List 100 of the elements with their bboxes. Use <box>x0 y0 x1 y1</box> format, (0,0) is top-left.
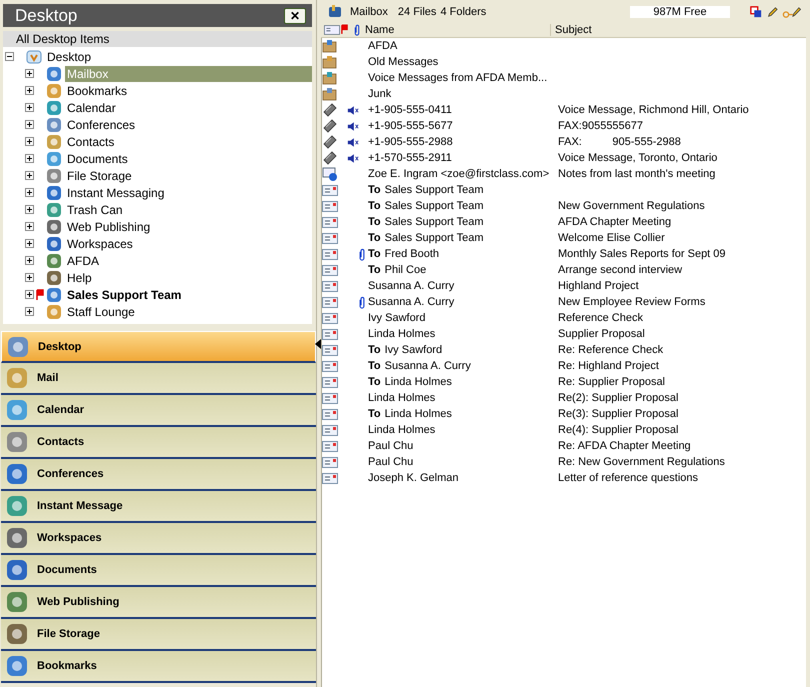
tree-item[interactable]: Bookmarks <box>65 82 312 98</box>
expand-icon[interactable] <box>25 120 34 129</box>
expand-icon[interactable] <box>25 154 34 163</box>
expand-icon[interactable] <box>25 273 34 282</box>
expand-icon[interactable] <box>25 188 34 197</box>
expand-icon[interactable] <box>25 256 34 265</box>
sender-name[interactable]: Linda Holmes <box>384 408 452 420</box>
message-subject[interactable]: Reference Check <box>558 312 643 324</box>
tree-item[interactable]: Help <box>65 270 312 286</box>
sender-name[interactable]: Linda Holmes <box>368 424 436 436</box>
expand-icon[interactable] <box>25 290 34 299</box>
sender-name[interactable]: Sales Support Team <box>384 200 484 212</box>
message-subject[interactable]: FAX: 905-555-2988 <box>558 136 681 148</box>
sender-name[interactable]: Linda Holmes <box>368 328 436 340</box>
expand-icon[interactable] <box>25 222 34 231</box>
sender-name[interactable]: Susanna A. Curry <box>368 296 454 308</box>
tree-item[interactable]: Staff Lounge <box>65 304 312 320</box>
nav-button[interactable]: Calendar <box>1 395 316 427</box>
message-subject[interactable]: Re: Reference Check <box>558 344 664 356</box>
tree-item[interactable]: Contacts <box>65 134 312 150</box>
windows-icon[interactable] <box>750 6 762 18</box>
tree-item[interactable]: AFDA <box>65 252 312 268</box>
sender-name[interactable]: Paul Chu <box>368 440 414 452</box>
expand-icon[interactable] <box>25 137 34 146</box>
column-heading[interactable]: Name <box>362 24 551 36</box>
nav-button[interactable]: Mail <box>1 363 316 395</box>
sender-name[interactable]: Fred Booth <box>384 248 440 260</box>
expand-icon[interactable] <box>25 239 34 248</box>
message-subject[interactable]: Notes from last month's meeting <box>558 168 716 180</box>
sender-name[interactable]: Sales Support Team <box>384 184 484 196</box>
nav-button[interactable]: Documents <box>1 555 316 587</box>
sender-name[interactable]: Joseph K. Gelman <box>368 472 458 484</box>
message-subject[interactable]: Supplier Proposal <box>558 328 645 340</box>
column-heading[interactable]: Subject <box>551 24 592 36</box>
sender-name[interactable]: Susanna A. Curry <box>368 280 454 292</box>
close-button[interactable]: ✕ <box>284 8 306 24</box>
tree-item[interactable]: Web Publishing <box>65 218 312 234</box>
message-subject[interactable]: Letter of reference questions <box>558 472 698 484</box>
message-subject[interactable]: Re(2): Supplier Proposal <box>558 392 678 404</box>
expand-icon[interactable] <box>25 307 34 316</box>
nav-button[interactable]: Contacts <box>1 427 316 459</box>
message-subject[interactable]: Re: Highland Project <box>558 360 659 372</box>
sender-name[interactable]: Paul Chu <box>368 456 414 468</box>
message-subject[interactable]: Monthly Sales Reports for Sept 09 <box>558 248 726 260</box>
tree-item[interactable]: Instant Messaging <box>65 184 312 200</box>
sender-name[interactable]: Linda Holmes <box>368 392 436 404</box>
message-subject[interactable]: Welcome Elise Collier <box>558 232 665 244</box>
sender-name[interactable]: Junk <box>368 88 392 100</box>
expand-icon[interactable] <box>25 171 34 180</box>
tree-item[interactable]: File Storage <box>65 168 312 184</box>
pencil-icon[interactable] <box>766 6 778 18</box>
sender-name[interactable]: Zoe E. Ingram <zoe@firstclass.com> <box>368 168 550 180</box>
nav-button[interactable]: Conferences <box>1 459 316 491</box>
flag-icon[interactable] <box>341 24 348 35</box>
tree-item[interactable]: Workspaces <box>65 236 312 252</box>
sender-name[interactable]: Old Messages <box>368 56 438 68</box>
nav-button[interactable]: Workspaces <box>1 523 316 555</box>
tree-item[interactable]: Desktop <box>45 48 94 64</box>
expand-icon[interactable] <box>25 86 34 95</box>
message-subject[interactable]: Voice Message, Toronto, Ontario <box>558 152 718 164</box>
nav-button[interactable]: Bookmarks <box>1 651 316 683</box>
sender-name[interactable]: Sales Support Team <box>384 216 484 228</box>
paperclip-icon[interactable] <box>354 24 360 36</box>
tree-item[interactable]: Conferences <box>65 116 312 132</box>
sender-name[interactable]: Phil Coe <box>384 264 426 276</box>
nav-button[interactable]: Desktop <box>1 331 316 363</box>
key-pencil-icon[interactable] <box>782 6 802 18</box>
sender-name[interactable]: Ivy Sawford <box>368 312 426 324</box>
sender-name[interactable]: +1-905-555-0411 <box>368 104 452 116</box>
message-subject[interactable]: Re: AFDA Chapter Meeting <box>558 440 691 452</box>
tree-item[interactable]: Calendar <box>65 100 312 116</box>
message-subject[interactable]: New Employee Review Forms <box>558 296 706 308</box>
expand-icon[interactable] <box>25 103 34 112</box>
sender-name[interactable]: Ivy Sawford <box>384 344 442 356</box>
sender-name[interactable]: Susanna A. Curry <box>384 360 471 372</box>
expand-icon[interactable] <box>25 205 34 214</box>
nav-button[interactable]: File Storage <box>1 619 316 651</box>
message-subject[interactable]: Highland Project <box>558 280 639 292</box>
collapse-icon[interactable] <box>5 52 14 61</box>
sender-name[interactable]: Sales Support Team <box>384 232 484 244</box>
message-subject[interactable]: New Government Regulations <box>558 200 705 212</box>
tree-item[interactable]: Trash Can <box>65 202 312 218</box>
message-subject[interactable]: Re: Supplier Proposal <box>558 376 666 388</box>
tree-item[interactable]: Sales Support Team <box>65 286 312 302</box>
sender-name[interactable]: Voice Messages from AFDA Memb... <box>368 72 548 84</box>
nav-button[interactable]: Web Publishing <box>1 587 316 619</box>
message-subject[interactable]: FAX:9055555677 <box>558 120 644 132</box>
message-subject[interactable]: Voice Message, Richmond Hill, Ontario <box>558 104 749 116</box>
expand-icon[interactable] <box>25 69 34 78</box>
message-subject[interactable]: Re(3): Supplier Proposal <box>558 408 678 420</box>
nav-button[interactable]: Instant Message <box>1 491 316 523</box>
sender-name[interactable]: +1-570-555-2911 <box>368 152 452 164</box>
sender-name[interactable]: +1-905-555-2988 <box>368 136 453 148</box>
sender-name[interactable]: +1-905-555-5677 <box>368 120 453 132</box>
message-subject[interactable]: Re(4): Supplier Proposal <box>558 424 678 436</box>
card-icon[interactable] <box>324 24 340 34</box>
sender-name[interactable]: Linda Holmes <box>384 376 452 388</box>
tree-item[interactable]: Documents <box>65 150 312 166</box>
message-subject[interactable]: Arrange second interview <box>558 264 682 276</box>
message-subject[interactable]: Re: New Government Regulations <box>558 456 725 468</box>
